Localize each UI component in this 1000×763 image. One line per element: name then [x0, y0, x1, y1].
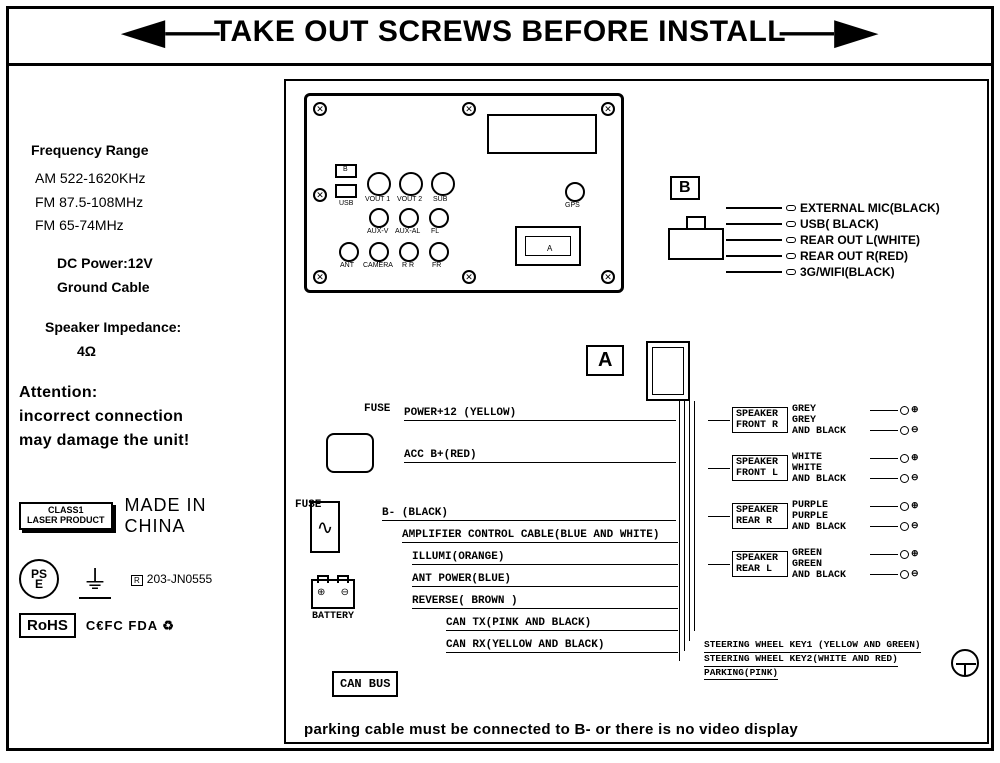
speaker-rear-r: SPEAKERREAR R PURPLEPURPLEAND BLACK ⊕⊖	[708, 495, 919, 537]
battery-block: ⊕ ⊖ BATTERY	[306, 579, 360, 622]
rohs-badge: RoHS	[19, 613, 76, 638]
dc-power: DC Power:12V	[57, 252, 266, 276]
wire-illumi: ILLUMI(ORANGE)	[412, 551, 678, 565]
impedance-value: 4Ω	[77, 340, 266, 364]
wire-cantx: CAN TX(PINK AND BLACK)	[446, 617, 678, 631]
specs-block: Frequency Range AM 522-1620KHz FM 87.5-1…	[19, 79, 274, 363]
usb-label: USB	[339, 200, 353, 207]
usb-slot	[335, 184, 357, 198]
attention-block: Attention: incorrect connection may dama…	[19, 381, 274, 453]
port-camera	[369, 242, 389, 262]
freq-range-heading: Frequency Range	[31, 139, 266, 163]
speaker-front-l: SPEAKERFRONT L WHITEWHITEAND BLACK ⊕⊖	[708, 447, 919, 489]
port-ant	[339, 242, 359, 262]
screw-icon: ✕	[313, 102, 327, 116]
connector-a-icon	[646, 341, 690, 401]
small-cert-icons: C€FC FDA ♻	[86, 618, 175, 634]
cert-row: PS E ⏚ R203-JN0555	[19, 559, 274, 599]
pse-mark-icon: PS E	[19, 559, 59, 599]
ground-symbol-icon: ⏚	[79, 560, 111, 599]
screw-icon: ✕	[601, 102, 615, 116]
class1-laser-badge: CLASS1 LASER PRODUCT	[19, 502, 113, 530]
connector-a-panel: A	[515, 226, 581, 266]
screw-icon: ✕	[313, 188, 327, 202]
steering-wheel-icon	[951, 649, 979, 677]
b-wires: EXTERNAL MIC(BLACK) USB( BLACK) REAR OUT…	[726, 200, 940, 280]
speaker-rear-l: SPEAKERREAR L GREENGREENAND BLACK ⊕⊖	[708, 543, 919, 585]
a-tag: A	[586, 345, 624, 376]
port-vout1	[367, 172, 391, 196]
r-code: R203-JN0555	[131, 570, 212, 588]
attention-l1: Attention:	[19, 381, 274, 405]
left-column: Frequency Range AM 522-1620KHz FM 87.5-1…	[19, 79, 274, 638]
divider	[9, 63, 991, 66]
port-vout2	[399, 172, 423, 196]
freq-am: AM 522-1620KHz	[35, 167, 266, 191]
canbus-box: CAN BUS	[332, 671, 398, 697]
port-fl	[429, 208, 449, 228]
wire-canrx: CAN RX(YELLOW AND BLACK)	[446, 639, 678, 653]
b-label: B	[343, 166, 348, 173]
bus-line	[679, 401, 680, 661]
arrow-left-icon: ◀—	[122, 22, 220, 42]
made-in-china: MADE IN CHINA	[125, 495, 207, 537]
wire-amp: AMPLIFIER CONTROL CABLE(BLUE AND WHITE)	[402, 529, 678, 543]
wiring-diagram: ✕ ✕ ✕ ✕ ✕ ✕ ✕ USB B VOUT 1 VOUT 2 SUB AU…	[284, 79, 989, 744]
rohs-row: RoHS C€FC FDA ♻	[19, 613, 274, 638]
wire-reverse: REVERSE( BROWN )	[412, 595, 678, 609]
laser-row: CLASS1 LASER PRODUCT MADE IN CHINA	[19, 495, 274, 537]
port-rr	[399, 242, 419, 262]
freq-fm2: FM 65-74MHz	[35, 214, 266, 238]
port-gps	[565, 182, 585, 202]
port-auxal	[399, 208, 419, 228]
port-auxv	[369, 208, 389, 228]
screw-icon: ✕	[462, 102, 476, 116]
banner: ◀— TAKE OUT SCREWS BEFORE INSTALL —▶	[9, 9, 991, 61]
wire-acc: ACC B+(RED)	[404, 449, 676, 463]
screw-icon: ✕	[462, 270, 476, 284]
freq-fm1: FM 87.5-108MHz	[35, 191, 266, 215]
port-fr	[429, 242, 449, 262]
screw-icon: ✕	[313, 270, 327, 284]
bus-line	[694, 401, 695, 631]
speaker-impedance-heading: Speaker Impedance:	[45, 316, 266, 340]
battery-icon: ⊕ ⊖	[311, 579, 355, 609]
speaker-list: SPEAKERFRONT R GREYGREYAND BLACK ⊕⊖ SPEA…	[708, 399, 919, 591]
arrow-right-icon: —▶	[780, 22, 878, 42]
key-switch-icon	[326, 433, 374, 473]
fuse-icon: ∿	[310, 501, 340, 553]
lcd-outline	[487, 114, 597, 154]
screw-icon: ✕	[601, 270, 615, 284]
fuse-label-top: FUSE	[364, 403, 390, 415]
footer-note: parking cable must be connected to B- or…	[304, 721, 798, 738]
wire-power12: POWER+12 (YELLOW)	[404, 407, 676, 421]
attention-l3: may damage the unit!	[19, 429, 274, 453]
wire-bminus: B- (BLACK)	[382, 507, 676, 521]
b-tag: B	[670, 176, 700, 200]
speaker-front-r: SPEAKERFRONT R GREYGREYAND BLACK ⊕⊖	[708, 399, 919, 441]
ground-cable: Ground Cable	[57, 276, 266, 300]
b-connector-icon	[668, 216, 730, 260]
port-sub	[431, 172, 455, 196]
banner-text: TAKE OUT SCREWS BEFORE INSTALL	[214, 15, 786, 49]
bus-line	[689, 401, 690, 641]
attention-l2: incorrect connection	[19, 405, 274, 429]
backpanel: ✕ ✕ ✕ ✕ ✕ ✕ ✕ USB B VOUT 1 VOUT 2 SUB AU…	[304, 93, 624, 293]
wire-antpower: ANT POWER(BLUE)	[412, 573, 678, 587]
bus-line	[684, 401, 685, 651]
steering-keys: STEERING WHEEL KEY1 (YELLOW AND GREEN) S…	[704, 639, 921, 680]
